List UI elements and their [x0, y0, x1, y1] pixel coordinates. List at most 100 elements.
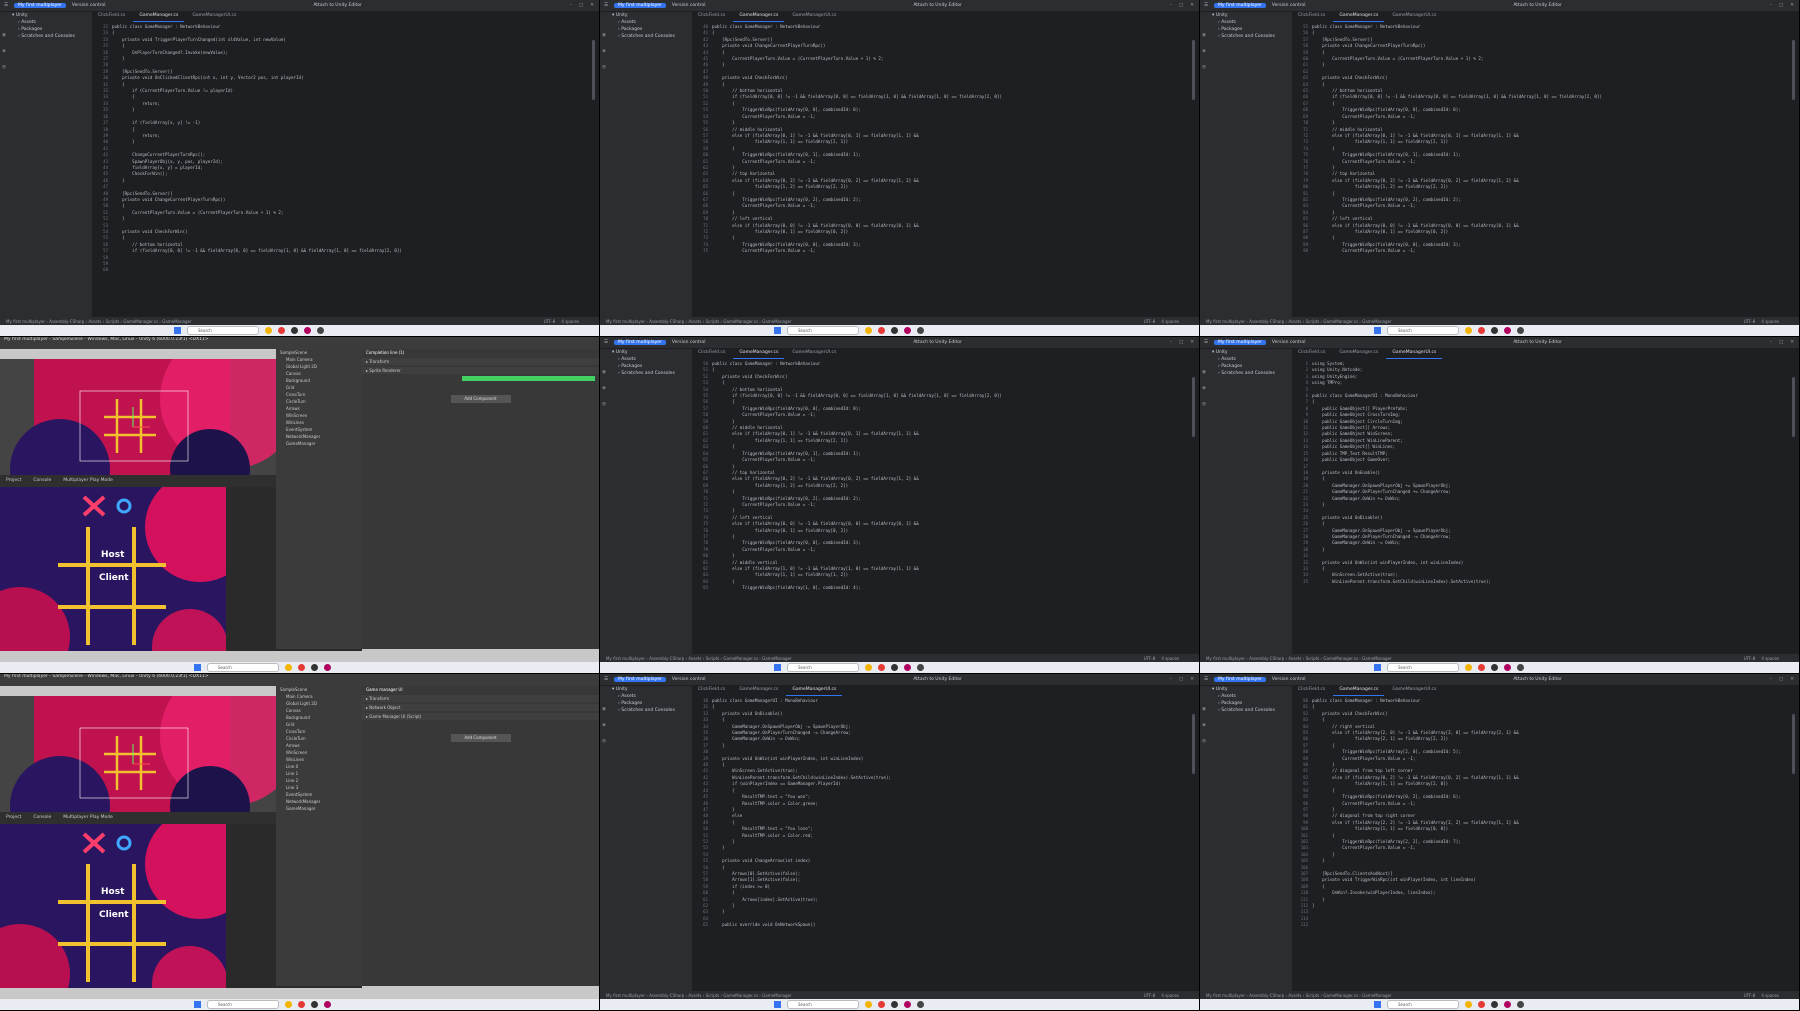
explorer-icon[interactable]: [265, 327, 272, 334]
folder-icon[interactable]: ▣: [1202, 369, 1205, 375]
project-selector[interactable]: My first multiplayer: [614, 677, 666, 682]
start-icon[interactable]: [1374, 327, 1381, 334]
tree-item[interactable]: › Scratches and Consoles: [608, 370, 692, 377]
rider-icon[interactable]: [1504, 664, 1511, 671]
tree-item[interactable]: › Assets: [1208, 19, 1292, 26]
explorer-icon[interactable]: [285, 664, 292, 671]
obs-icon[interactable]: [917, 664, 924, 671]
hierarchy-item[interactable]: EventSystem: [276, 791, 362, 798]
code-editor[interactable]: public class GameManager : NetworkBehavi…: [112, 24, 585, 314]
taskbar-search[interactable]: Search: [787, 1000, 859, 1009]
terminal-icon[interactable]: ▤: [602, 64, 605, 70]
folder-icon[interactable]: ▣: [602, 369, 605, 375]
bottom-tab[interactable]: Multiplayer Play Mode: [63, 815, 113, 820]
indent-label[interactable]: 4 spaces: [1161, 319, 1199, 324]
hierarchy-item[interactable]: Grid: [276, 384, 362, 391]
attach-button[interactable]: Attach to Unity Editor: [913, 3, 962, 8]
rider-icon[interactable]: [904, 327, 911, 334]
minimize-icon[interactable]: –: [1170, 340, 1172, 345]
tree-item[interactable]: › Scratches and Consoles: [1208, 370, 1292, 377]
commit-icon[interactable]: ◉: [602, 385, 605, 391]
indent-label[interactable]: 4 spaces: [561, 319, 599, 324]
minimize-icon[interactable]: –: [1170, 677, 1172, 682]
project-selector[interactable]: My first multiplayer: [1214, 3, 1266, 8]
breadcrumb[interactable]: My first multiplayer › Assembly-CSharp ›…: [606, 993, 792, 998]
tree-item[interactable]: › Scratches and Consoles: [8, 33, 92, 40]
tab-gamemanager-ui[interactable]: GameManagerUI.cs: [186, 12, 242, 22]
tab-gamemanager[interactable]: GameManager.cs: [733, 686, 784, 696]
tree-item[interactable]: › Packages: [1208, 363, 1292, 370]
unity-icon[interactable]: [1491, 327, 1498, 334]
scene-canvas[interactable]: [0, 696, 276, 812]
chrome-icon[interactable]: [298, 1001, 305, 1008]
tree-item[interactable]: › Scratches and Consoles: [1208, 33, 1292, 40]
version-control-menu[interactable]: Version control: [72, 3, 106, 8]
attach-button[interactable]: Attach to Unity Editor: [913, 340, 962, 345]
indent-label[interactable]: 4 spaces: [1761, 656, 1799, 661]
start-icon[interactable]: [194, 664, 201, 671]
menu-icon[interactable]: ☰: [1204, 3, 1208, 8]
bottom-tab[interactable]: Project: [6, 478, 21, 483]
tab-gamemanager-ui[interactable]: GameManagerUI.cs: [786, 686, 843, 696]
inspector-component[interactable]: ▸ Network Object: [362, 704, 599, 711]
start-icon[interactable]: [1374, 664, 1381, 671]
bottom-tab[interactable]: Project: [6, 815, 21, 820]
unity-icon[interactable]: [311, 664, 318, 671]
inspector-component[interactable]: ▸ Sprite Renderer: [362, 367, 599, 374]
indent-label[interactable]: 4 spaces: [1761, 993, 1799, 998]
attach-button[interactable]: Attach to Unity Editor: [1513, 677, 1562, 682]
rider-icon[interactable]: [324, 664, 331, 671]
start-icon[interactable]: [174, 327, 181, 334]
tab-gamemanager-ui[interactable]: GameManagerUI.cs: [1386, 349, 1443, 359]
close-icon[interactable]: ✕: [1190, 677, 1194, 682]
taskbar-search[interactable]: Search: [207, 663, 279, 672]
unity-icon[interactable]: [891, 1001, 898, 1008]
hierarchy-item[interactable]: CrossTurn: [276, 391, 362, 398]
taskbar-search[interactable]: Search: [1387, 1000, 1459, 1009]
breadcrumb[interactable]: My first multiplayer › Assembly-CSharp ›…: [1206, 319, 1392, 324]
hierarchy-item[interactable]: Line 1: [276, 770, 362, 777]
editor-scrollbar[interactable]: [1192, 714, 1195, 774]
obs-icon[interactable]: [1517, 664, 1524, 671]
editor-scrollbar[interactable]: [1792, 714, 1795, 774]
breadcrumb[interactable]: My first multiplayer › Assembly-CSharp ›…: [606, 319, 792, 324]
encoding-label[interactable]: UTF-8: [1744, 656, 1756, 661]
attach-button[interactable]: Attach to Unity Editor: [313, 3, 362, 8]
inspector-object-name[interactable]: Completion line (1): [362, 349, 599, 356]
indent-label[interactable]: 4 spaces: [1161, 993, 1199, 998]
hierarchy-item[interactable]: Main Camera: [276, 693, 362, 700]
close-icon[interactable]: ✕: [590, 3, 594, 8]
close-icon[interactable]: ✕: [1190, 3, 1194, 8]
start-icon[interactable]: [774, 664, 781, 671]
hierarchy-item[interactable]: WinLines: [276, 419, 362, 426]
terminal-icon[interactable]: ▤: [1202, 401, 1205, 407]
game-canvas[interactable]: [0, 824, 226, 988]
breadcrumb[interactable]: My first multiplayer › Assembly-CSharp ›…: [1206, 993, 1392, 998]
folder-icon[interactable]: ▣: [1202, 706, 1205, 712]
breadcrumb[interactable]: My first multiplayer › Assembly-CSharp ›…: [606, 656, 792, 661]
hierarchy-item[interactable]: CircleTurn: [276, 398, 362, 405]
minimize-icon[interactable]: –: [1170, 3, 1172, 8]
bottom-tab[interactable]: Multiplayer Play Mode: [63, 478, 113, 483]
minimize-icon[interactable]: –: [1770, 340, 1772, 345]
hierarchy-item[interactable]: SampleScene: [276, 349, 362, 356]
inspector-component[interactable]: ▸ Transform: [362, 358, 599, 365]
code-editor[interactable]: public class GameManagerUI : MonoBehavio…: [712, 698, 1185, 988]
chrome-icon[interactable]: [878, 664, 885, 671]
tab-clickfield[interactable]: ClickField.cs: [692, 686, 731, 696]
client-button[interactable]: Client: [99, 573, 129, 583]
maximize-icon[interactable]: □: [1779, 340, 1783, 345]
breadcrumb[interactable]: My first multiplayer › Assembly-CSharp ›…: [6, 319, 192, 324]
hierarchy-item[interactable]: GameManager: [276, 805, 362, 812]
editor-scrollbar[interactable]: [1192, 377, 1195, 437]
hierarchy-item[interactable]: Background: [276, 714, 362, 721]
unity-icon[interactable]: [1491, 664, 1498, 671]
start-icon[interactable]: [774, 327, 781, 334]
obs-icon[interactable]: [917, 327, 924, 334]
inspector-component[interactable]: ▸ Game Manager UI (Script): [362, 713, 599, 720]
taskbar-search[interactable]: Search: [787, 663, 859, 672]
tree-item[interactable]: › Packages: [608, 700, 692, 707]
rider-icon[interactable]: [904, 664, 911, 671]
rider-icon[interactable]: [904, 1001, 911, 1008]
commit-icon[interactable]: ◉: [1202, 385, 1205, 391]
